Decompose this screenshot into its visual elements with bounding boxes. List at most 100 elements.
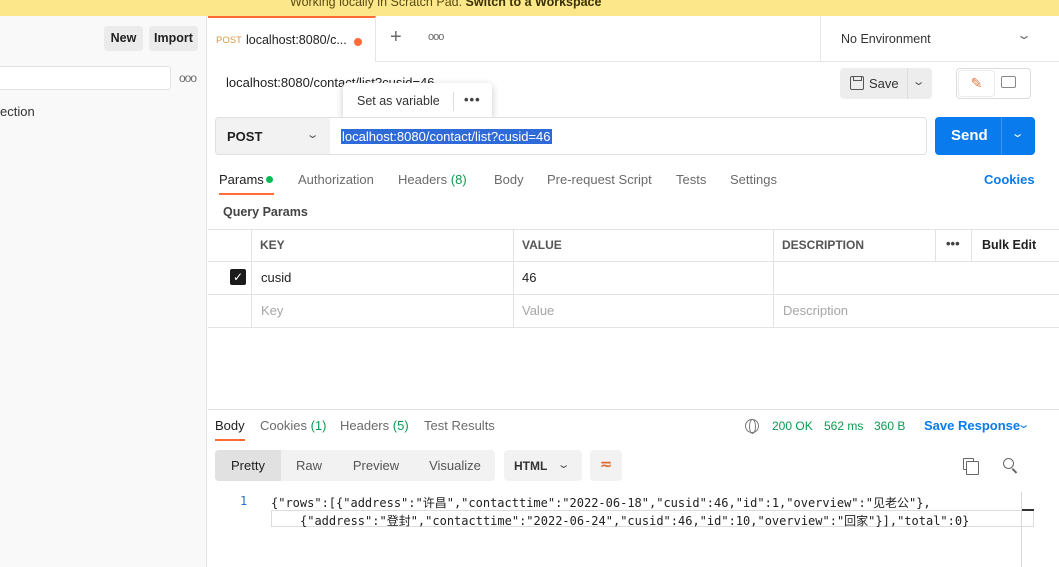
params-tab-underline [219,193,274,195]
sidebar-more-icon[interactable]: ooo [179,71,197,85]
response-tab-headers[interactable]: Headers (5) [340,418,409,433]
tab-tests[interactable]: Tests [676,172,706,187]
table-col-divider [513,229,514,328]
popup-more-icon[interactable]: ••• [464,92,481,107]
response-tab-cookies[interactable]: Cookies (1) [260,418,326,433]
tab-prerequest-script[interactable]: Pre-request Script [547,172,652,187]
edit-view-toggle: ✎ [956,68,1031,99]
unsaved-dot-icon [354,38,362,46]
save-button[interactable]: Save ⌄ [840,68,932,99]
url-text-selected: localhost:8080/contact/list?cusid=46 [341,129,552,144]
response-format-group: Pretty Raw Preview Visualize [215,450,495,481]
search-icon[interactable] [1003,458,1014,469]
line-number: 1 [240,494,248,508]
set-variable-popup: Set as variable ••• [343,83,492,120]
request-tab[interactable]: POST localhost:8080/c... [208,16,376,62]
new-button[interactable]: New [104,26,143,51]
tab-settings[interactable]: Settings [730,172,777,187]
save-divider [907,68,908,99]
send-button[interactable]: Send ⌄ [935,117,1035,155]
column-header-key: KEY [260,238,285,252]
copy-icon[interactable] [963,458,979,475]
banner-text: Working locally in Scratch Pad. Switch t… [290,0,601,9]
popup-divider [453,92,454,111]
sidebar-collection-item[interactable]: ection [0,104,35,119]
chevron-down-icon[interactable]: ⌄ [1017,418,1031,431]
cookies-link[interactable]: Cookies [984,172,1035,187]
send-divider [1001,117,1002,155]
table-col-divider [935,229,936,262]
response-cookies-label: Cookies [260,418,307,433]
headers-count: (8) [450,172,467,187]
query-params-table: KEY VALUE DESCRIPTION ••• Bulk Edit ✓ cu… [208,229,1059,328]
tab-authorization[interactable]: Authorization [298,172,374,187]
response-divider[interactable] [208,409,1059,410]
add-tab-icon[interactable]: + [390,27,402,47]
request-tab-title: localhost:8080/c... [246,33,347,47]
response-headers-count: (5) [392,418,409,433]
column-header-description: DESCRIPTION [782,238,865,252]
new-key-input[interactable]: Key [261,303,283,318]
send-dropdown-chevron-icon[interactable]: ⌄ [1011,127,1025,140]
table-border-row2 [208,327,1059,328]
param-value-cell[interactable]: 46 [522,270,536,285]
tab-headers[interactable]: Headers (8) [398,172,467,187]
method-select[interactable]: POST ⌄ [215,117,331,155]
save-response-button[interactable]: Save Response [924,418,1020,433]
table-more-icon[interactable]: ••• [946,236,960,251]
switch-workspace-link[interactable]: Switch to a Workspace [466,0,602,9]
request-tab-method: POST [216,35,242,46]
response-body-underline [215,439,245,441]
new-value-input[interactable]: Value [522,303,554,318]
response-code-line-wrapped[interactable]: {"address":"登封","contacttime":"2022-06-2… [300,512,969,529]
comment-icon[interactable] [1001,76,1016,88]
format-pretty[interactable]: Pretty [215,450,281,481]
sidebar: New Import ooo ection [0,16,207,567]
response-time[interactable]: 562 ms [824,419,863,433]
pencil-icon[interactable]: ✎ [959,71,994,96]
table-border-top [208,229,1059,230]
method-label: POST [227,129,263,144]
save-dropdown-chevron-icon[interactable]: ⌄ [912,75,926,88]
format-raw[interactable]: Raw [281,450,337,481]
bulk-edit-button[interactable]: Bulk Edit [982,238,1036,252]
scrollbar-thumb[interactable] [1022,509,1034,511]
table-col-divider [773,229,774,328]
globe-icon[interactable] [745,419,759,434]
code-scrollbar[interactable] [1021,492,1022,567]
set-as-variable-button[interactable]: Set as variable [357,94,440,108]
query-params-label: Query Params [223,205,308,219]
tab-headers-label: Headers [398,172,448,187]
send-label: Send [951,127,988,144]
import-button[interactable]: Import [149,26,198,51]
chevron-down-icon: ⌄ [1015,28,1033,42]
response-code-line[interactable]: {"rows":[{"address":"许昌","contacttime":"… [271,494,931,511]
save-icon [850,76,864,90]
format-preview[interactable]: Preview [337,450,415,481]
sidebar-search-input[interactable] [0,66,171,90]
tab-params[interactable]: Params [219,172,264,187]
param-key-cell[interactable]: cusid [261,270,291,285]
wrap-lines-icon[interactable]: ≂ [590,450,622,481]
url-input[interactable]: localhost:8080/contact/list?cusid=46 [330,117,927,155]
environment-selector[interactable]: No Environment ⌄ [820,16,1059,62]
language-select[interactable]: HTML ⌄ [504,450,582,481]
tab-more-icon[interactable]: ooo [428,31,444,43]
params-active-dot-icon [266,176,273,183]
format-visualize[interactable]: Visualize [415,450,495,481]
response-tab-test-results[interactable]: Test Results [424,418,495,433]
table-col-divider [251,229,252,328]
environment-label: No Environment [841,32,931,46]
param-enabled-checkbox[interactable]: ✓ [230,269,246,285]
response-headers-label: Headers [340,418,390,433]
scratch-pad-banner: Working locally in Scratch Pad. Switch t… [0,0,1059,16]
response-size[interactable]: 360 B [874,419,905,433]
banner-message: Working locally in Scratch Pad. [290,0,466,9]
request-tab-strip: POST localhost:8080/c... + ooo No Enviro… [208,16,1059,62]
tab-body[interactable]: Body [494,172,524,187]
response-tab-body[interactable]: Body [215,418,245,433]
status-code[interactable]: 200 OK [772,419,813,433]
new-description-input[interactable]: Description [783,303,848,318]
chevron-down-icon: ⌄ [556,459,571,471]
column-header-value: VALUE [522,238,562,252]
